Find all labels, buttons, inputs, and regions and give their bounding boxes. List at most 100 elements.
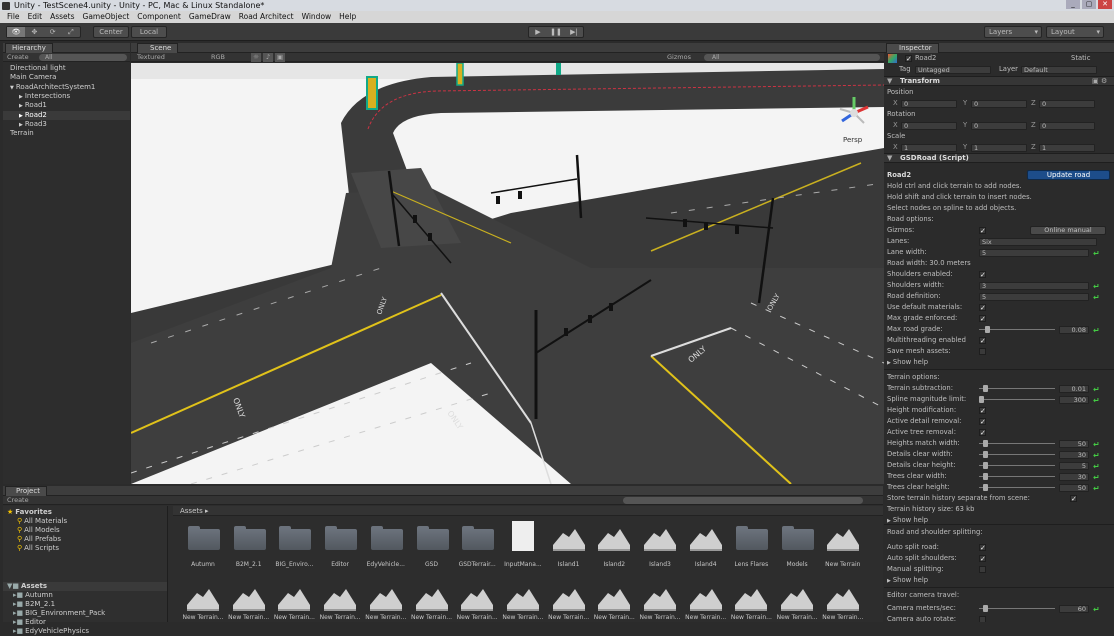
slider-knob[interactable] (982, 473, 988, 480)
terrain-icon[interactable] (187, 585, 219, 611)
pause-icon[interactable]: ❚❚ (547, 27, 565, 37)
scale-y-field[interactable]: 1 (971, 143, 1027, 152)
audio-icon[interactable]: ♪ (263, 53, 273, 62)
option-checkbox[interactable] (979, 566, 986, 573)
minimize-button[interactable]: _ (1066, 0, 1080, 9)
transform-header[interactable]: ▼ Transform (884, 76, 1114, 86)
terrain-icon[interactable] (369, 585, 402, 611)
foldout-arrow-icon[interactable]: ▼ (10, 85, 14, 91)
step-icon[interactable]: ▶| (565, 27, 583, 37)
menu-edit[interactable]: Edit (24, 11, 47, 23)
slider-value-field[interactable]: 30 (1059, 450, 1089, 459)
terrain-icon[interactable] (461, 585, 494, 611)
sun-icon[interactable]: ☼ (251, 53, 261, 62)
folder-icon[interactable] (416, 525, 450, 551)
folder-icon[interactable] (370, 525, 404, 551)
hierarchy-item[interactable]: Directional light (3, 64, 130, 73)
option-checkbox[interactable]: ✓ (979, 429, 986, 437)
slider-track[interactable] (979, 608, 1055, 609)
tab-hierarchy[interactable]: Hierarchy (5, 43, 53, 53)
scale-tool-icon[interactable]: ⤢ (62, 27, 80, 37)
slider-value-field[interactable]: 50 (1059, 439, 1089, 448)
position-z-field[interactable]: 0 (1039, 99, 1095, 108)
terrain-icon[interactable] (598, 585, 631, 611)
move-tool-icon[interactable]: ✥ (25, 27, 43, 37)
favorites-header[interactable]: ★ Favorites (3, 508, 52, 517)
slider-knob[interactable] (979, 396, 984, 403)
foldout-arrow-icon[interactable]: ▶ (19, 113, 23, 119)
pivot-local-toggle[interactable]: Local (131, 26, 167, 38)
asset-folder-item[interactable]: ▸■ Autumn (3, 591, 53, 600)
slider-knob[interactable] (984, 326, 990, 333)
slider-knob[interactable] (982, 385, 988, 392)
help-icon[interactable]: ⚙ (1101, 77, 1107, 85)
slider-value-field[interactable]: 0.01 (1059, 384, 1089, 393)
slider-value-field[interactable]: 300 (1059, 395, 1089, 404)
option-label[interactable]: Show help (893, 358, 928, 366)
slider-knob[interactable] (982, 462, 988, 469)
option-checkbox[interactable]: ✓ (979, 271, 986, 279)
terrain-icon[interactable] (644, 585, 676, 611)
option-checkbox[interactable]: ✓ (979, 544, 986, 552)
slider-track[interactable] (979, 465, 1055, 466)
hierarchy-item[interactable]: ▶ Road3 (3, 120, 130, 129)
option-checkbox[interactable]: ✓ (979, 337, 986, 345)
scene-search-input[interactable]: All (704, 54, 880, 61)
folder-icon[interactable] (461, 525, 495, 551)
gear-icon[interactable]: ▣ (1092, 77, 1099, 85)
terrain-icon[interactable] (415, 585, 448, 611)
hierarchy-search-input[interactable]: All (39, 54, 127, 61)
document-icon[interactable] (511, 521, 534, 551)
option-checkbox[interactable]: ✓ (979, 418, 986, 426)
slider-value-field[interactable]: 30 (1059, 472, 1089, 481)
slider-knob[interactable] (982, 605, 988, 612)
tab-scene[interactable]: Scene (137, 43, 179, 53)
option-checkbox[interactable] (979, 348, 986, 355)
slider-knob[interactable] (982, 484, 988, 491)
close-button[interactable]: ✕ (1098, 0, 1112, 9)
hierarchy-item[interactable]: ▼ RoadArchitectSystem1 (3, 83, 130, 92)
pivot-center-toggle[interactable]: Center (93, 26, 129, 38)
effects-icon[interactable]: ▣ (275, 53, 285, 62)
option-field[interactable]: 3 (979, 281, 1089, 290)
slider-track[interactable] (979, 476, 1055, 477)
option-checkbox[interactable]: ✓ (979, 315, 986, 323)
foldout-arrow-icon[interactable]: ▶ (19, 122, 23, 128)
hierarchy-item[interactable]: ▶ Road1 (3, 101, 130, 110)
terrain-icon[interactable] (689, 585, 722, 611)
foldout-arrow-icon[interactable]: ▶ (887, 578, 891, 584)
hierarchy-item[interactable]: Terrain (3, 129, 130, 138)
folder-icon[interactable] (735, 525, 769, 551)
folder-icon[interactable] (324, 525, 358, 551)
rotation-y-field[interactable]: 0 (971, 121, 1027, 130)
update-road-button[interactable]: Update road (1027, 170, 1110, 180)
folder-icon[interactable] (781, 525, 815, 551)
create-dropdown[interactable]: Create (7, 53, 29, 61)
lanes-dropdown[interactable]: Six (979, 237, 1097, 246)
static-checkbox[interactable]: Static (1071, 53, 1090, 64)
terrain-icon[interactable] (644, 525, 676, 551)
favorite-item[interactable]: ⚲ All Scripts (3, 544, 59, 553)
asset-folder-item[interactable]: ▸■ BIG_Environment_Pack (3, 609, 105, 618)
slider-value-field[interactable]: 5 (1059, 461, 1089, 470)
play-icon[interactable]: ▶ (529, 27, 547, 37)
slider-value-field[interactable]: 50 (1059, 483, 1089, 492)
project-search-input[interactable] (623, 497, 863, 504)
option-checkbox[interactable]: ✓ (979, 304, 986, 312)
option-checkbox[interactable]: ✓ (979, 407, 986, 415)
object-name-field[interactable]: Road2 (915, 53, 936, 64)
option-label[interactable]: Show help (893, 516, 928, 524)
slider-value-field[interactable]: 60 (1059, 604, 1089, 613)
rotate-tool-icon[interactable]: ⟳ (44, 27, 62, 37)
view-tool-icon[interactable]: 👁 (7, 27, 26, 37)
terrain-icon[interactable] (781, 585, 814, 611)
persp-label[interactable]: Persp (843, 136, 862, 144)
maximize-button[interactable]: ▢ (1082, 0, 1096, 9)
foldout-arrow-icon[interactable]: ▶ (887, 360, 891, 366)
slider-knob[interactable] (982, 451, 988, 458)
option-checkbox[interactable] (979, 616, 986, 622)
menu-window[interactable]: Window (298, 11, 336, 23)
terrain-icon[interactable] (735, 585, 768, 611)
folder-icon[interactable] (278, 525, 312, 551)
scale-z-field[interactable]: 1 (1039, 143, 1095, 152)
